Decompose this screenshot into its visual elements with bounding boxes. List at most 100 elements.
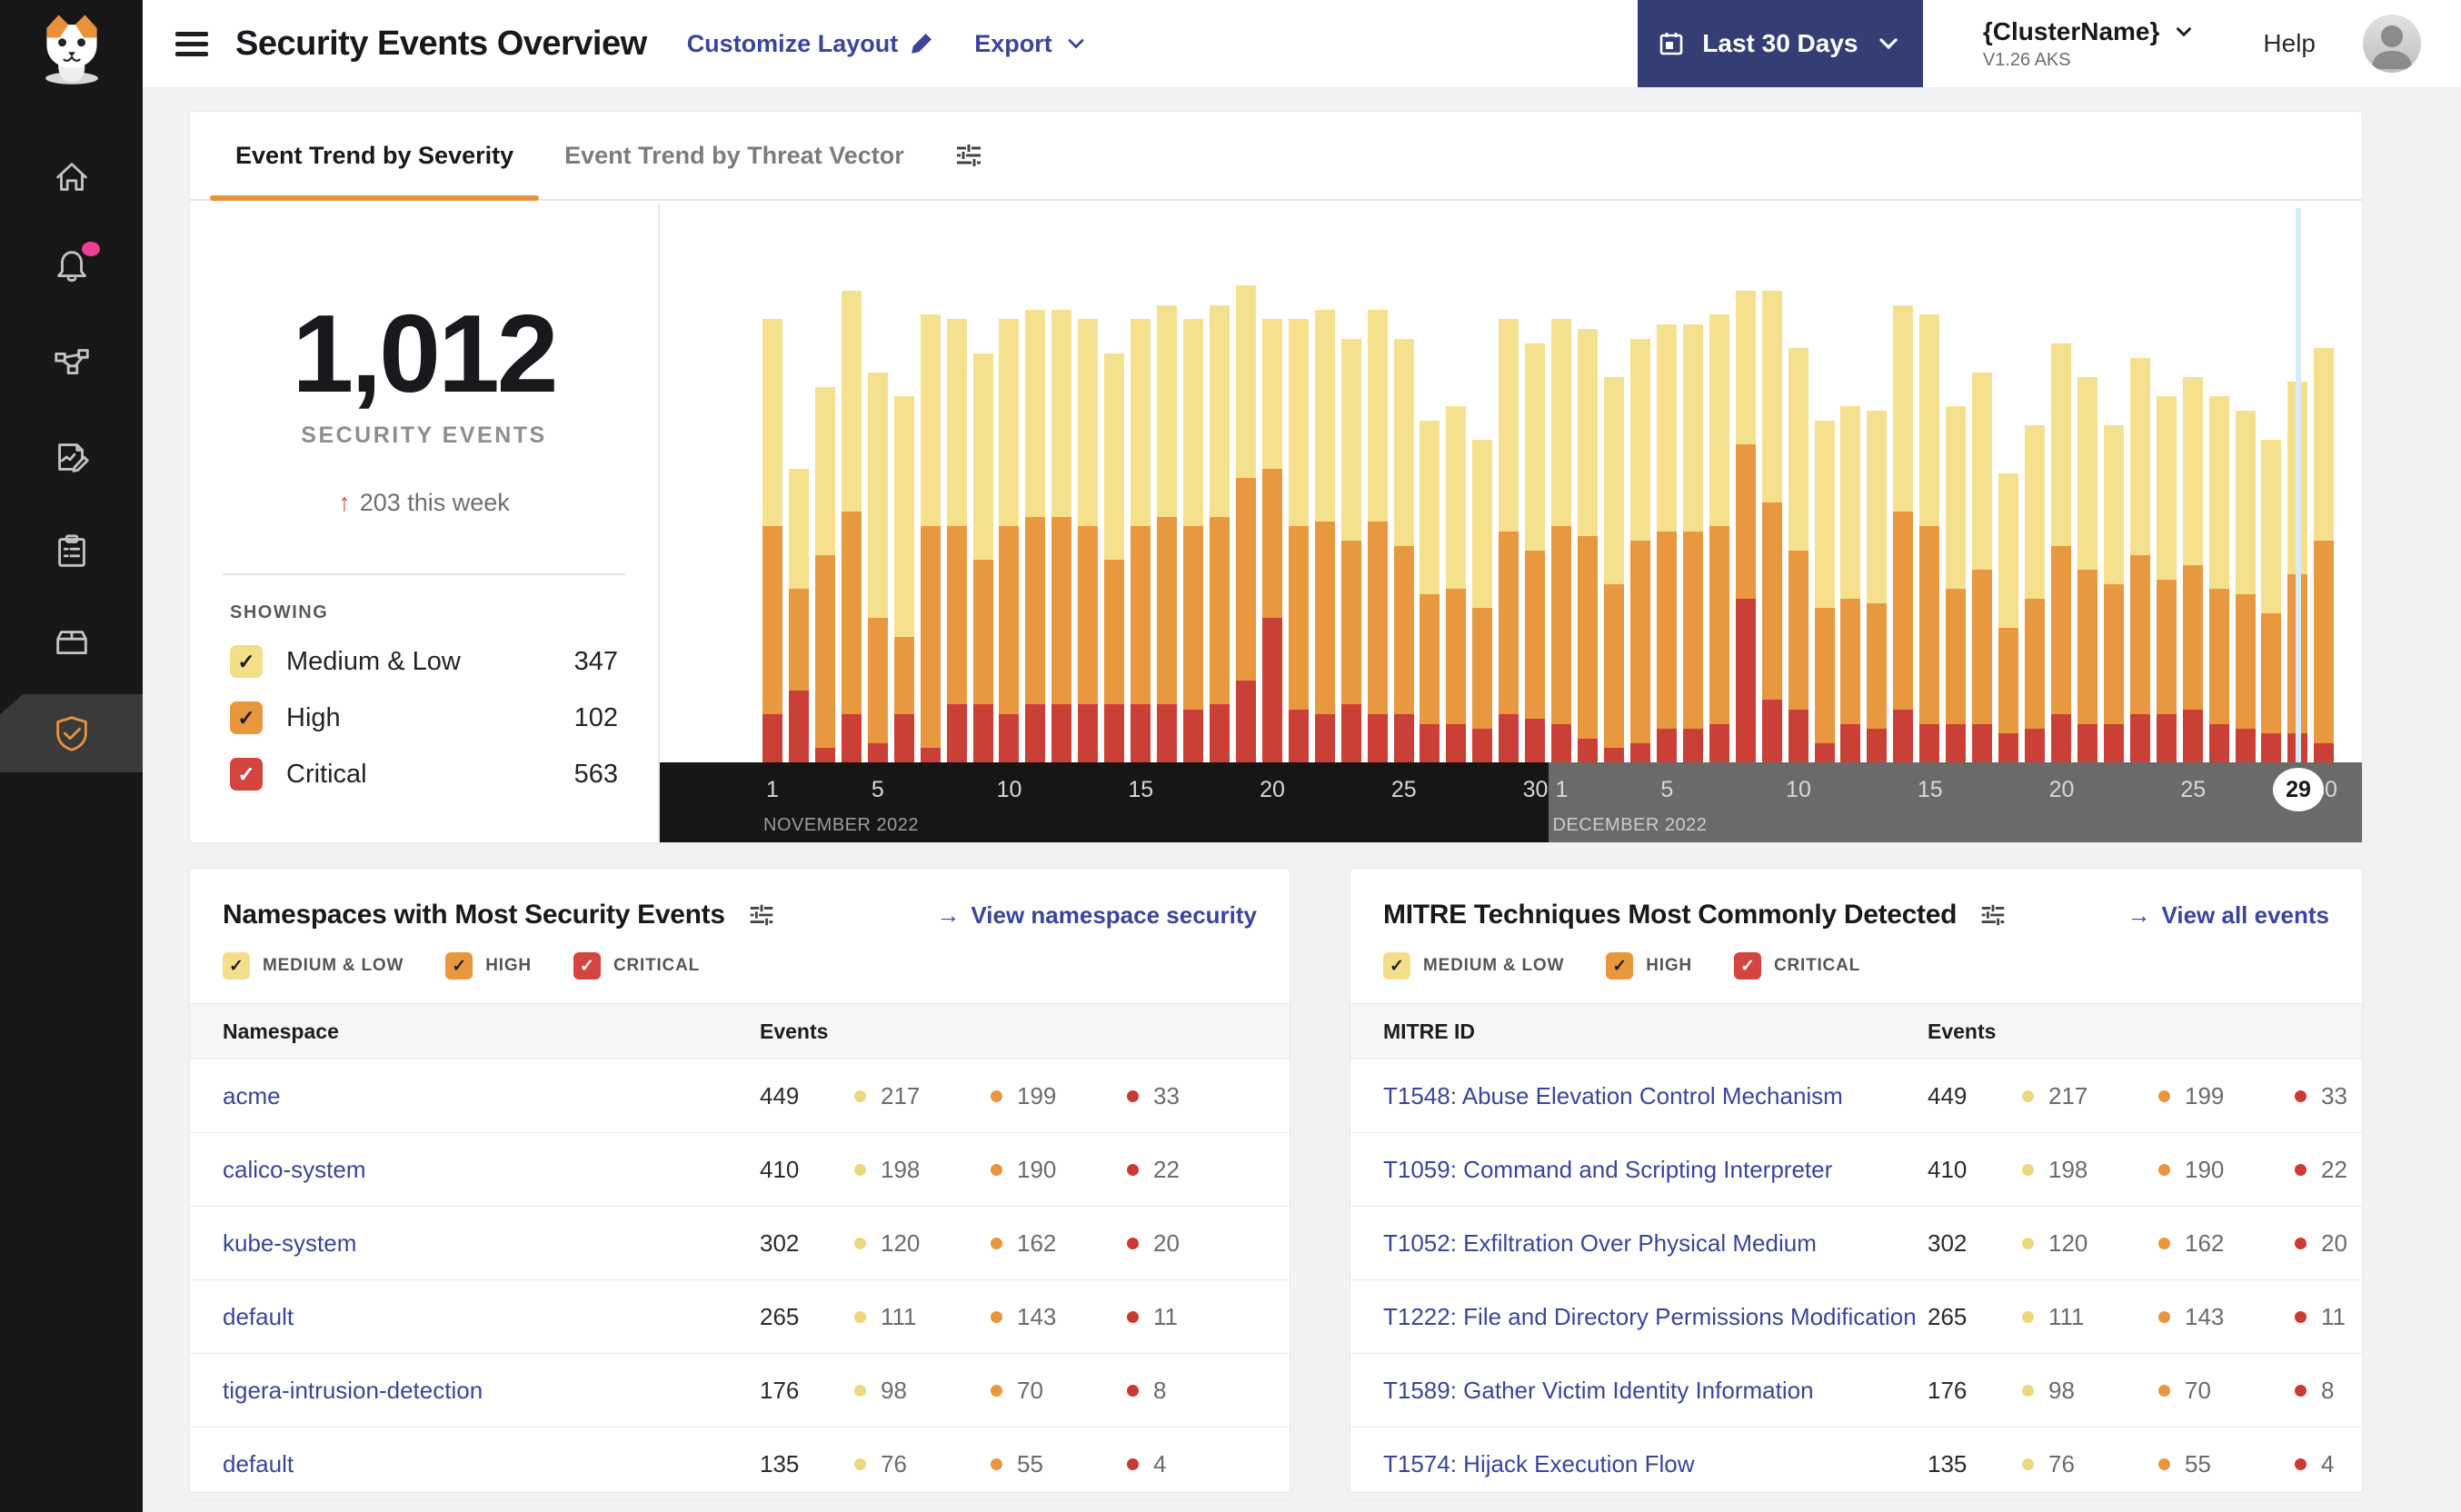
chart-bar-dec-5[interactable]: [1656, 323, 1677, 762]
tab-event-trend-by-severity[interactable]: Event Trend by Severity: [210, 112, 540, 201]
chart-bar-dec-8[interactable]: [1735, 290, 1756, 762]
row-link[interactable]: default: [190, 1450, 294, 1478]
view-all-events-link[interactable]: → View all events: [2127, 901, 2329, 930]
chart-bar-nov-7[interactable]: [920, 314, 941, 762]
chart-bar-nov-29[interactable]: [1499, 319, 1519, 762]
chart-bar-dec-7[interactable]: [1709, 314, 1729, 762]
filter-medium_low[interactable]: ✓ MEDIUM & LOW: [223, 952, 404, 980]
chart-bar-dec-3[interactable]: [1604, 377, 1624, 762]
date-range-button[interactable]: Last 30 Days: [1637, 0, 1923, 87]
chart-bar-dec-2[interactable]: [1578, 329, 1599, 762]
row-link[interactable]: calico-system: [190, 1156, 365, 1184]
chart-bar-nov-9[interactable]: [972, 353, 993, 762]
row-link[interactable]: T1222: File and Directory Permissions Mo…: [1350, 1303, 1917, 1331]
chart-bar-nov-8[interactable]: [946, 319, 967, 762]
row-link[interactable]: T1059: Command and Scripting Interpreter: [1350, 1156, 1832, 1184]
chart-bar-nov-19[interactable]: [1235, 285, 1256, 762]
chart-bar-dec-10[interactable]: [1788, 348, 1808, 762]
chart-bar-nov-20[interactable]: [1261, 319, 1282, 762]
chart-bar-nov-12[interactable]: [1051, 309, 1072, 762]
view-namespace-security-link[interactable]: → View namespace security: [936, 901, 1257, 930]
calico-cat-logo[interactable]: [34, 9, 110, 85]
chart-bar-dec-11[interactable]: [1814, 420, 1835, 762]
high-checkbox[interactable]: ✓: [1606, 952, 1634, 980]
sidebar-item-notifications[interactable]: [0, 229, 143, 307]
chart-bar-dec-24[interactable]: [2156, 396, 2177, 762]
chart-bar-dec-27[interactable]: [2235, 411, 2256, 762]
chart-bar-dec-22[interactable]: [2103, 425, 2124, 762]
chart-bar-nov-15[interactable]: [1131, 319, 1151, 762]
chart-bar-dec-23[interactable]: [2129, 357, 2150, 762]
sidebar-item-compliance[interactable]: [0, 512, 143, 591]
chart-bar-dec-26[interactable]: [2208, 396, 2229, 762]
filter-critical[interactable]: ✓ CRITICAL: [573, 952, 700, 980]
filter-high[interactable]: ✓ HIGH: [445, 952, 532, 980]
help-link[interactable]: Help: [2263, 29, 2316, 58]
chart-bar-dec-28[interactable]: [2261, 439, 2282, 762]
chart-bar-nov-13[interactable]: [1078, 319, 1099, 762]
x-axis-band[interactable]: 1 5 10 15 20 25 30 NOVEMBER 2022 1 5 10 15 20 25 30 DEC…: [660, 762, 2362, 842]
row-link[interactable]: default: [190, 1303, 294, 1331]
chart-bar-dec-25[interactable]: [2182, 377, 2203, 762]
critical-checkbox[interactable]: ✓: [1733, 952, 1761, 980]
chart-bar-dec-21[interactable]: [2077, 377, 2097, 762]
chart-bar-nov-30[interactable]: [1525, 343, 1546, 762]
chart-bar-nov-3[interactable]: [814, 386, 835, 762]
chart-bar-nov-1[interactable]: [762, 319, 782, 762]
chart-bar-nov-11[interactable]: [1025, 309, 1046, 762]
chart-bar-dec-4[interactable]: [1629, 338, 1650, 762]
sidebar-item-threat-defense[interactable]: [0, 694, 143, 772]
user-avatar[interactable]: [2363, 15, 2421, 73]
chart-bar-dec-17[interactable]: [1972, 372, 1993, 762]
chart-bar-dec-6[interactable]: [1682, 323, 1703, 762]
filter-medium_low[interactable]: ✓ MEDIUM & LOW: [1383, 952, 1564, 980]
legend-row-high[interactable]: ✓ High 102: [230, 701, 618, 734]
card-settings-sliders-icon[interactable]: [1978, 900, 2008, 930]
sidebar-item-home[interactable]: [0, 138, 143, 216]
sidebar-item-reports[interactable]: [0, 418, 143, 496]
chart-bar-dec-18[interactable]: [1998, 473, 2019, 762]
chart-bar-nov-5[interactable]: [867, 372, 888, 762]
chart-bar-nov-26[interactable]: [1420, 420, 1440, 762]
chart-bar-dec-20[interactable]: [2050, 343, 2071, 762]
high-checkbox[interactable]: ✓: [230, 701, 263, 734]
legend-row-critical[interactable]: ✓ Critical 563: [230, 758, 618, 791]
medium_low-checkbox[interactable]: ✓: [1383, 952, 1410, 980]
chart-bar-nov-17[interactable]: [1183, 319, 1203, 762]
medium_low-checkbox[interactable]: ✓: [230, 645, 263, 678]
chart-bar-nov-16[interactable]: [1157, 304, 1178, 762]
chart-bar-dec-9[interactable]: [1761, 290, 1782, 762]
hamburger-menu-icon[interactable]: [175, 26, 208, 62]
high-checkbox[interactable]: ✓: [445, 952, 473, 980]
chart-bar-nov-22[interactable]: [1314, 309, 1335, 762]
row-link[interactable]: T1574: Hijack Execution Flow: [1350, 1450, 1694, 1478]
medium_low-checkbox[interactable]: ✓: [223, 952, 250, 980]
chart-bar-dec-1[interactable]: [1551, 319, 1572, 762]
sidebar-item-workloads[interactable]: [0, 603, 143, 681]
chart-bar-nov-4[interactable]: [841, 290, 862, 762]
chart-bar-nov-25[interactable]: [1393, 338, 1414, 762]
chart-bar-dec-19[interactable]: [2025, 425, 2045, 762]
chart-bar-nov-24[interactable]: [1367, 309, 1388, 762]
sidebar-item-service-graph[interactable]: [0, 323, 143, 402]
filter-critical[interactable]: ✓ CRITICAL: [1733, 952, 1860, 980]
chart-bar-dec-16[interactable]: [1946, 405, 1967, 762]
cluster-selector[interactable]: {ClusterName} V1.26 AKS: [1983, 17, 2197, 71]
critical-checkbox[interactable]: ✓: [230, 758, 263, 791]
chart-bar-nov-2[interactable]: [788, 468, 809, 762]
row-link[interactable]: T1548: Abuse Elevation Control Mechanism: [1350, 1082, 1843, 1110]
export-button[interactable]: Export: [974, 30, 1089, 58]
chart-bar-nov-6[interactable]: [893, 396, 914, 762]
chart-settings-sliders-icon[interactable]: [953, 140, 984, 171]
chart-bar-nov-23[interactable]: [1340, 338, 1361, 762]
row-link[interactable]: tigera-intrusion-detection: [190, 1377, 483, 1405]
chart-bar-dec-15[interactable]: [1919, 314, 1940, 762]
chart-bar-nov-14[interactable]: [1104, 353, 1125, 762]
chart-bar-nov-27[interactable]: [1446, 405, 1467, 762]
row-link[interactable]: kube-system: [190, 1229, 356, 1258]
chart-bar-dec-30[interactable]: [2314, 348, 2335, 762]
row-link[interactable]: T1052: Exfiltration Over Physical Medium: [1350, 1229, 1817, 1258]
critical-checkbox[interactable]: ✓: [573, 952, 601, 980]
chart-bar-nov-21[interactable]: [1288, 319, 1309, 762]
card-settings-sliders-icon[interactable]: [747, 900, 776, 930]
